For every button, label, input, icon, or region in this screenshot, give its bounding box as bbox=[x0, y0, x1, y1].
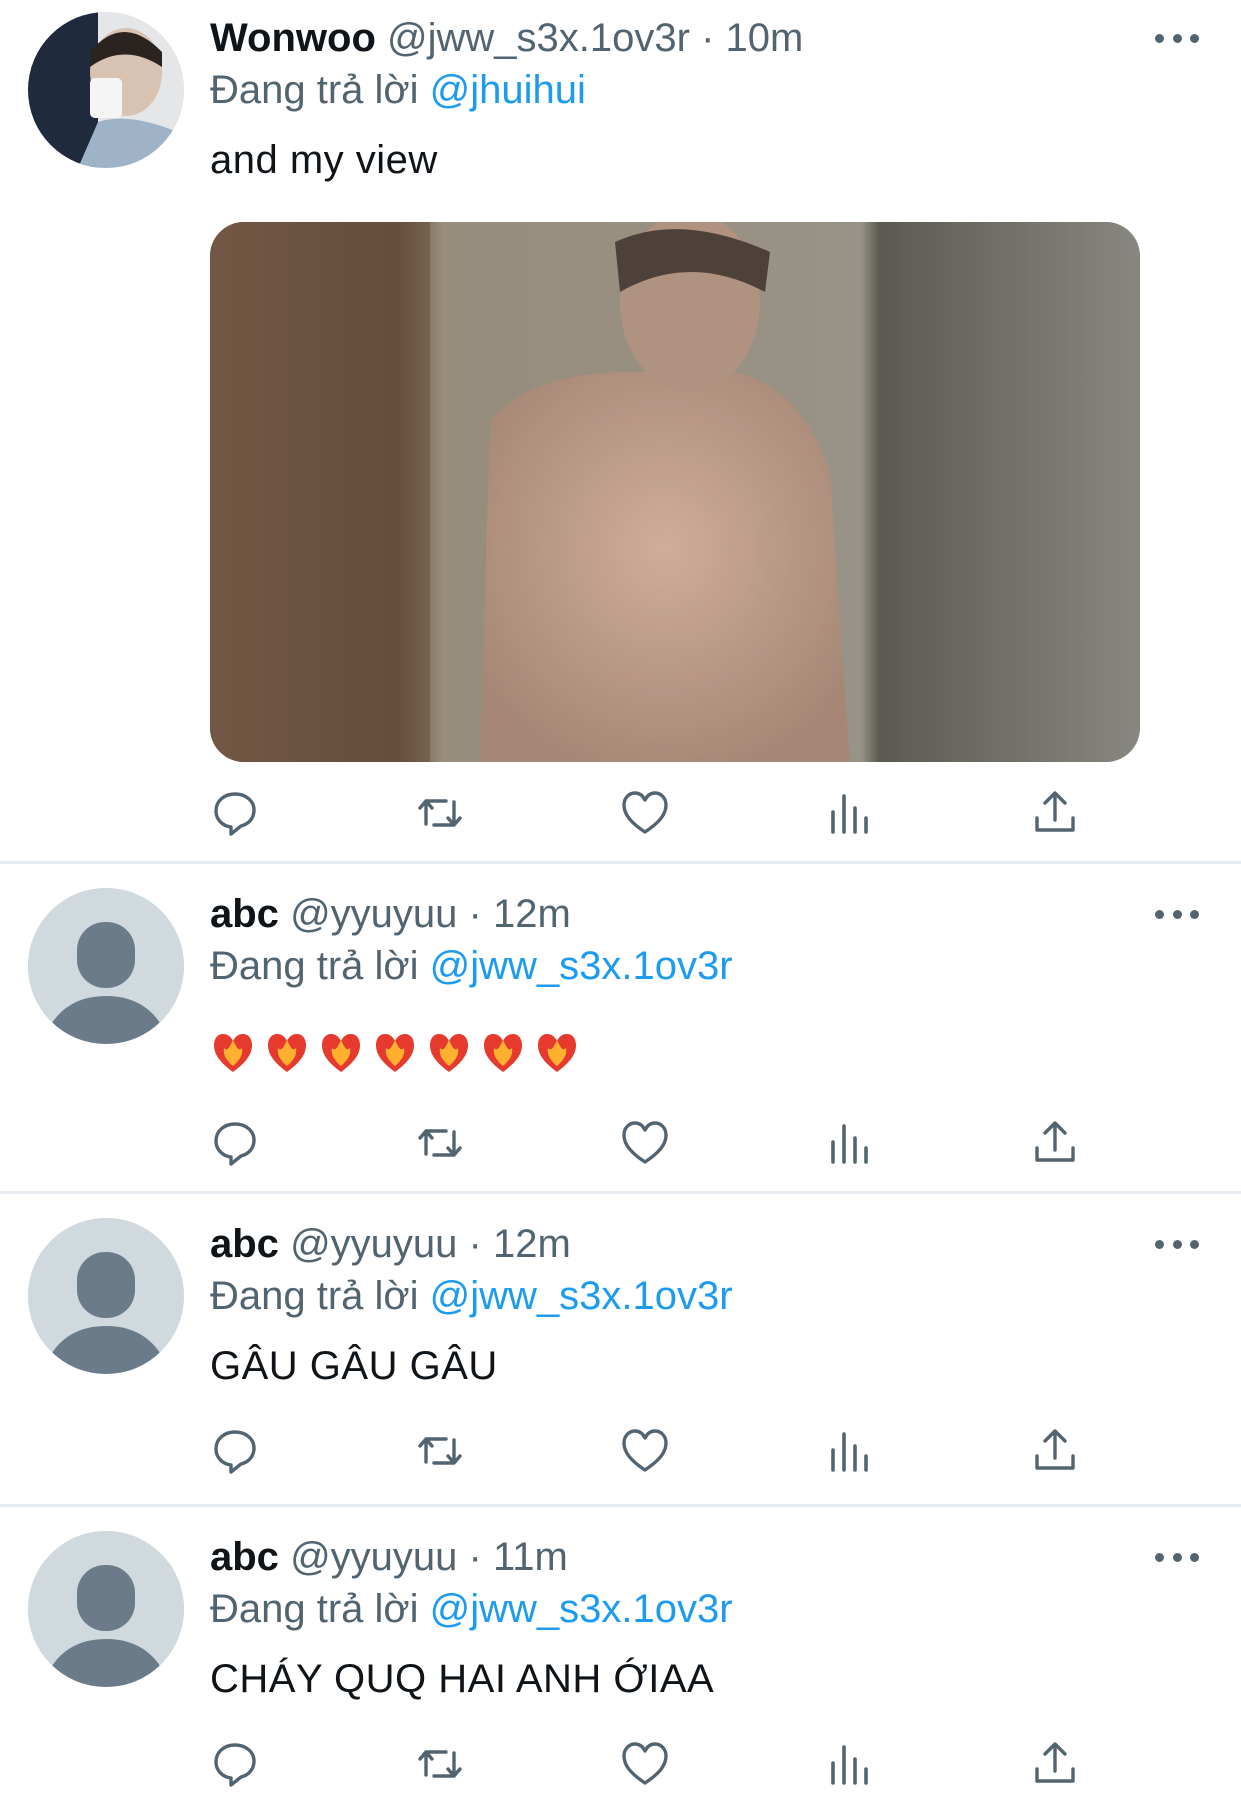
user-handle[interactable]: @yyuyuu bbox=[290, 1535, 457, 1579]
reply-icon[interactable] bbox=[210, 1426, 260, 1476]
separator: · bbox=[701, 16, 715, 60]
tweet-4[interactable]: abc @yyuyuu · 11m Đang trả lời @jww_s3x.… bbox=[0, 1507, 1241, 1798]
more-options-icon[interactable] bbox=[1155, 1240, 1199, 1252]
tweet-actions bbox=[210, 1118, 1090, 1168]
mention-link[interactable]: @jww_s3x.1ov3r bbox=[430, 1587, 733, 1631]
replying-to: Đang trả lời @jww_s3x.1ov3r bbox=[210, 1272, 733, 1320]
mention-link[interactable]: @jww_s3x.1ov3r bbox=[430, 944, 733, 988]
tweet-actions bbox=[210, 1426, 1090, 1476]
user-handle[interactable]: @yyuyuu bbox=[290, 892, 457, 936]
user-handle[interactable]: @jww_s3x.1ov3r bbox=[387, 16, 690, 60]
timestamp[interactable]: 11m bbox=[493, 1535, 568, 1579]
tweet-actions bbox=[210, 1739, 1090, 1789]
tweet-header: abc @yyuyuu · 12m bbox=[210, 890, 571, 938]
replying-to: Đang trả lời @jww_s3x.1ov3r bbox=[210, 942, 733, 990]
display-name[interactable]: abc bbox=[210, 1222, 279, 1266]
replying-to-label: Đang trả lời bbox=[210, 944, 419, 988]
tweet-header: Wonwoo @jww_s3x.1ov3r · 10m bbox=[210, 14, 803, 62]
analytics-icon[interactable] bbox=[825, 1739, 875, 1789]
replying-to-label: Đang trả lời bbox=[210, 1587, 419, 1631]
retweet-icon[interactable] bbox=[415, 788, 465, 838]
heart-on-fire-icon bbox=[214, 1034, 252, 1072]
retweet-icon[interactable] bbox=[415, 1118, 465, 1168]
tweet-actions bbox=[210, 788, 1090, 838]
mention-link[interactable]: @jhuihui bbox=[430, 68, 586, 112]
heart-on-fire-icon bbox=[376, 1034, 414, 1072]
heart-on-fire-icon bbox=[538, 1034, 576, 1072]
replying-to: Đang trả lời @jww_s3x.1ov3r bbox=[210, 1585, 733, 1633]
timestamp[interactable]: 12m bbox=[493, 1222, 571, 1266]
share-icon[interactable] bbox=[1030, 788, 1080, 838]
tweet-2[interactable]: abc @yyuyuu · 12m Đang trả lời @jww_s3x.… bbox=[0, 864, 1241, 1194]
timestamp[interactable]: 10m bbox=[726, 16, 804, 60]
tweet-text: and my view bbox=[210, 138, 438, 182]
more-options-icon[interactable] bbox=[1155, 34, 1199, 46]
timestamp[interactable]: 12m bbox=[493, 892, 571, 936]
separator: · bbox=[468, 1535, 482, 1579]
tweet-header: abc @yyuyuu · 12m bbox=[210, 1220, 571, 1268]
replying-to: Đang trả lời @jhuihui bbox=[210, 66, 586, 114]
heart-on-fire-icon bbox=[268, 1034, 306, 1072]
default-avatar-icon[interactable] bbox=[28, 888, 184, 1044]
like-icon[interactable] bbox=[620, 788, 670, 838]
share-icon[interactable] bbox=[1030, 1118, 1080, 1168]
tweet-text: CHÁY QUQ HAI ANH ỚIAA bbox=[210, 1657, 715, 1701]
user-handle[interactable]: @yyuyuu bbox=[290, 1222, 457, 1266]
display-name[interactable]: Wonwoo bbox=[210, 16, 376, 60]
reply-icon[interactable] bbox=[210, 1739, 260, 1789]
default-avatar-icon[interactable] bbox=[28, 1531, 184, 1687]
tweet-header: abc @yyuyuu · 11m bbox=[210, 1533, 568, 1581]
more-options-icon[interactable] bbox=[1155, 1553, 1199, 1565]
display-name[interactable]: abc bbox=[210, 892, 279, 936]
tweet-1[interactable]: Wonwoo @jww_s3x.1ov3r · 10m Đang trả lời… bbox=[0, 0, 1241, 862]
heart-on-fire-icon bbox=[484, 1034, 522, 1072]
reply-icon[interactable] bbox=[210, 788, 260, 838]
heart-on-fire-icon bbox=[322, 1034, 360, 1072]
tweet-emoji-text bbox=[210, 1028, 580, 1074]
like-icon[interactable] bbox=[620, 1739, 670, 1789]
share-icon[interactable] bbox=[1030, 1739, 1080, 1789]
analytics-icon[interactable] bbox=[825, 788, 875, 838]
separator: · bbox=[468, 892, 482, 936]
replying-to-label: Đang trả lời bbox=[210, 68, 419, 112]
separator: · bbox=[468, 1222, 482, 1266]
analytics-icon[interactable] bbox=[825, 1118, 875, 1168]
mention-link[interactable]: @jww_s3x.1ov3r bbox=[430, 1274, 733, 1318]
default-avatar-icon[interactable] bbox=[28, 1218, 184, 1374]
display-name[interactable]: abc bbox=[210, 1535, 279, 1579]
tweet-3[interactable]: abc @yyuyuu · 12m Đang trả lời @jww_s3x.… bbox=[0, 1194, 1241, 1504]
retweet-icon[interactable] bbox=[415, 1739, 465, 1789]
retweet-icon[interactable] bbox=[415, 1426, 465, 1476]
like-icon[interactable] bbox=[620, 1118, 670, 1168]
tweet-media-image[interactable] bbox=[210, 222, 1140, 762]
avatar[interactable] bbox=[28, 12, 184, 168]
heart-on-fire-icon bbox=[430, 1034, 468, 1072]
more-options-icon[interactable] bbox=[1155, 910, 1199, 922]
like-icon[interactable] bbox=[620, 1426, 670, 1476]
tweet-text: GÂU GÂU GÂU bbox=[210, 1344, 498, 1388]
analytics-icon[interactable] bbox=[825, 1426, 875, 1476]
share-icon[interactable] bbox=[1030, 1426, 1080, 1476]
reply-icon[interactable] bbox=[210, 1118, 260, 1168]
replying-to-label: Đang trả lời bbox=[210, 1274, 419, 1318]
